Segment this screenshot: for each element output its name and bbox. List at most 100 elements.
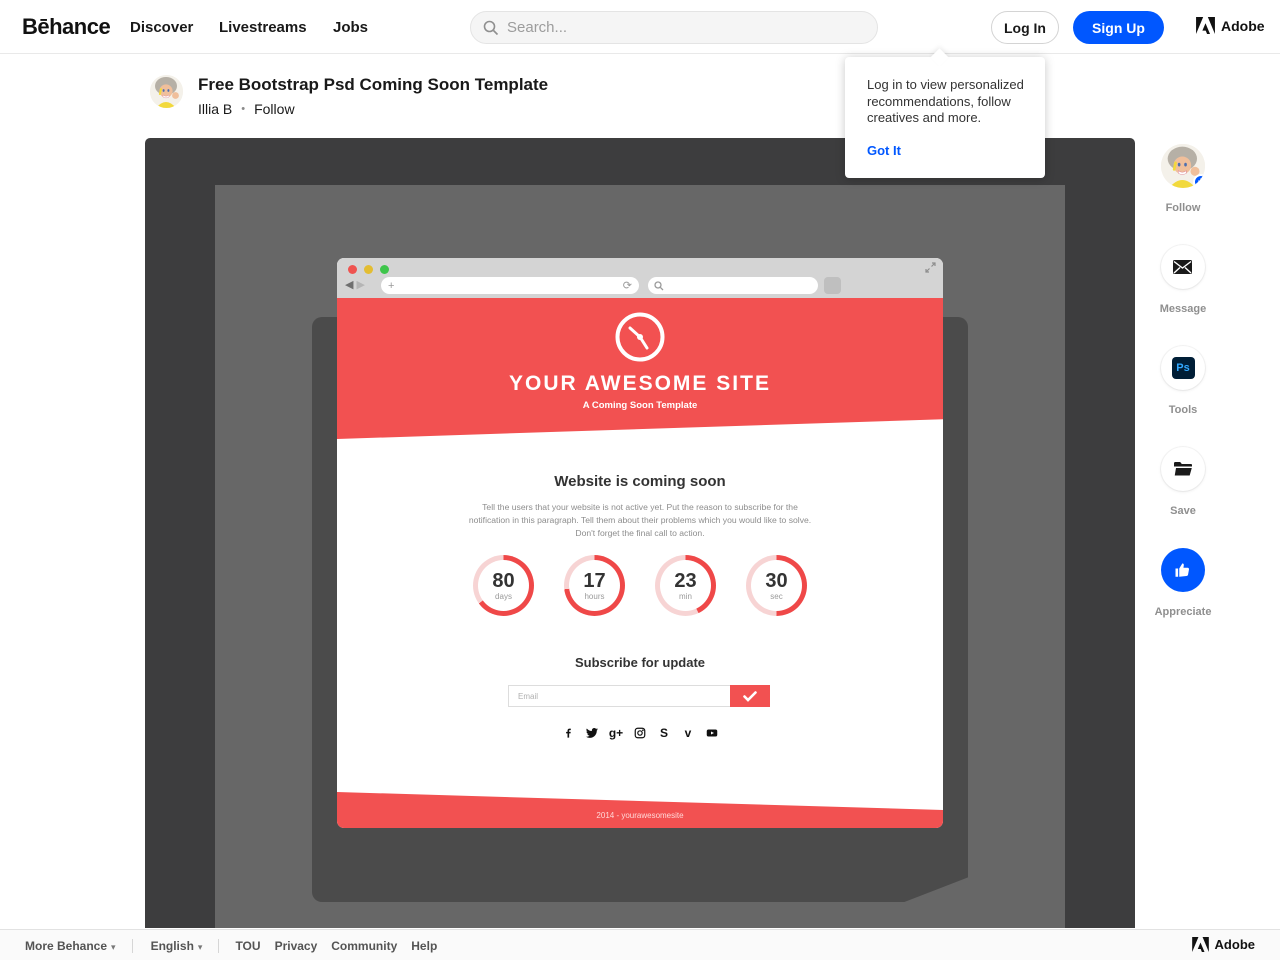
clock-logo: [337, 311, 943, 368]
browser-nav-arrows: ◀▶: [345, 278, 368, 291]
traffic-lights: [348, 265, 389, 274]
footer-link-privacy[interactable]: Privacy: [275, 939, 318, 953]
clock-icon: [614, 311, 666, 363]
login-button[interactable]: Log In: [991, 11, 1059, 44]
rail-message-label: Message: [1160, 303, 1206, 315]
countdown-days: 80days: [473, 555, 534, 616]
subscribe-form: [508, 685, 770, 707]
rail-tools-label: Tools: [1169, 404, 1198, 416]
footer-links: More Behance▾ English▾ TOU Privacy Commu…: [0, 930, 1280, 960]
site-footer-text: 2014 - yourawesomesite: [337, 811, 943, 820]
page-footer: More Behance▾ English▾ TOU Privacy Commu…: [0, 929, 1280, 960]
search-input[interactable]: [507, 19, 847, 36]
tooltip-text: Log in to view personalized recommendati…: [867, 77, 1029, 127]
footer-link-community[interactable]: Community: [331, 939, 397, 953]
countdown-days-value: 80: [492, 571, 514, 591]
thumbs-up-icon: [1174, 561, 1192, 579]
got-it-button[interactable]: Got It: [867, 143, 901, 158]
site-footer-band: [337, 788, 943, 828]
refresh-icon: ⟳: [623, 279, 632, 292]
coming-soon-heading: Website is coming soon: [337, 473, 943, 490]
site-subtitle: A Coming Soon Template: [337, 400, 943, 411]
mock-browser-window: ◀▶ + ⟳: [337, 258, 943, 828]
footer-link-help[interactable]: Help: [411, 939, 437, 953]
avatar-illustration: [150, 75, 183, 108]
rail-author-avatar[interactable]: +: [1161, 144, 1205, 188]
appreciate-button[interactable]: [1161, 548, 1205, 592]
minimize-light-icon: [364, 265, 373, 274]
site-header: YOUR AWESOME SITE A Coming Soon Template: [337, 298, 943, 439]
footer-divider: [218, 939, 219, 953]
follow-link[interactable]: Follow: [254, 101, 294, 117]
behance-project-page: Bēhance Discover Livestreams Jobs Log In…: [0, 0, 1280, 960]
project-header: Free Bootstrap Psd Coming Soon Template …: [150, 75, 548, 117]
nav-link-discover[interactable]: Discover: [130, 19, 193, 36]
adobe-mark-icon: [1196, 17, 1215, 34]
rail-appreciate: Appreciate: [1155, 548, 1212, 618]
byline-separator: •: [241, 103, 245, 115]
subscribe-heading: Subscribe for update: [337, 655, 943, 670]
zoom-light-icon: [380, 265, 389, 274]
top-nav: Bēhance Discover Livestreams Jobs Log In…: [0, 0, 1280, 54]
back-arrow-icon: ◀: [345, 279, 356, 291]
tools-button[interactable]: Ps: [1161, 346, 1205, 390]
project-viewer: ◀▶ + ⟳: [145, 138, 1135, 928]
rail-tools: Ps Tools: [1161, 346, 1205, 416]
facebook-icon[interactable]: [562, 726, 574, 739]
mock-url-bar: + ⟳: [381, 277, 639, 294]
countdown-minutes-value: 23: [674, 571, 696, 591]
nav-link-jobs[interactable]: Jobs: [333, 19, 368, 36]
action-rail: + Follow Message Ps Tools Save A: [1155, 144, 1211, 649]
project-image[interactable]: ◀▶ + ⟳: [215, 185, 1065, 928]
site-title: YOUR AWESOME SITE: [337, 372, 943, 396]
mock-search-icon: [654, 281, 664, 291]
save-button[interactable]: [1161, 447, 1205, 491]
behance-logo[interactable]: Bēhance: [22, 14, 110, 40]
more-behance-menu[interactable]: More Behance▾: [25, 939, 116, 953]
project-title: Free Bootstrap Psd Coming Soon Template: [198, 75, 548, 95]
countdown-hours-unit: hours: [584, 592, 604, 601]
countdown-minutes: 23min: [655, 555, 716, 616]
social-icons-row: g+ S v: [337, 726, 943, 739]
mock-browser-chrome: ◀▶ + ⟳: [337, 258, 943, 298]
youtube-icon[interactable]: [706, 726, 718, 739]
author-avatar[interactable]: [150, 75, 183, 108]
nav-link-livestreams[interactable]: Livestreams: [219, 19, 307, 36]
rail-follow-label: Follow: [1166, 202, 1201, 214]
signup-button[interactable]: Sign Up: [1073, 11, 1164, 44]
caret-down-icon: ▾: [198, 942, 203, 952]
adobe-mark-icon: [1192, 937, 1209, 952]
footer-link-tou[interactable]: TOU: [235, 939, 260, 953]
folder-icon: [1173, 461, 1193, 477]
expand-icon: [925, 262, 936, 273]
rail-appreciate-label: Appreciate: [1155, 606, 1212, 618]
photoshop-icon: Ps: [1172, 357, 1195, 379]
countdown-row: 80days 17hours 23min 30sec: [337, 555, 943, 616]
follow-plus-icon[interactable]: +: [1193, 174, 1205, 188]
language-menu[interactable]: English▾: [151, 939, 203, 953]
adobe-wordmark: Adobe: [1215, 937, 1255, 952]
email-field[interactable]: [508, 685, 730, 707]
project-meta: Free Bootstrap Psd Coming Soon Template …: [198, 75, 548, 117]
google-plus-icon[interactable]: g+: [610, 726, 622, 739]
instagram-icon[interactable]: [634, 726, 646, 739]
twitter-icon[interactable]: [586, 726, 598, 739]
forward-arrow-icon: ▶: [356, 279, 367, 291]
author-name[interactable]: Illia B: [198, 101, 232, 117]
countdown-hours-value: 17: [583, 571, 605, 591]
envelope-icon: [1173, 260, 1192, 274]
rail-save-label: Save: [1170, 505, 1196, 517]
vimeo-icon[interactable]: v: [682, 726, 694, 739]
project-byline: Illia B • Follow: [198, 101, 548, 117]
message-button[interactable]: [1161, 245, 1205, 289]
footer-divider: [132, 939, 133, 953]
caret-down-icon: ▾: [111, 942, 116, 952]
rail-message: Message: [1160, 245, 1206, 315]
search-bar[interactable]: [470, 11, 878, 44]
browser-mini-button: [824, 277, 841, 294]
skype-icon[interactable]: S: [658, 726, 670, 739]
login-tooltip: Log in to view personalized recommendati…: [845, 57, 1045, 178]
mock-search-bar: [648, 277, 818, 294]
coming-soon-paragraph: Tell the users that your website is not …: [467, 501, 813, 540]
subscribe-submit-button[interactable]: [730, 685, 770, 707]
